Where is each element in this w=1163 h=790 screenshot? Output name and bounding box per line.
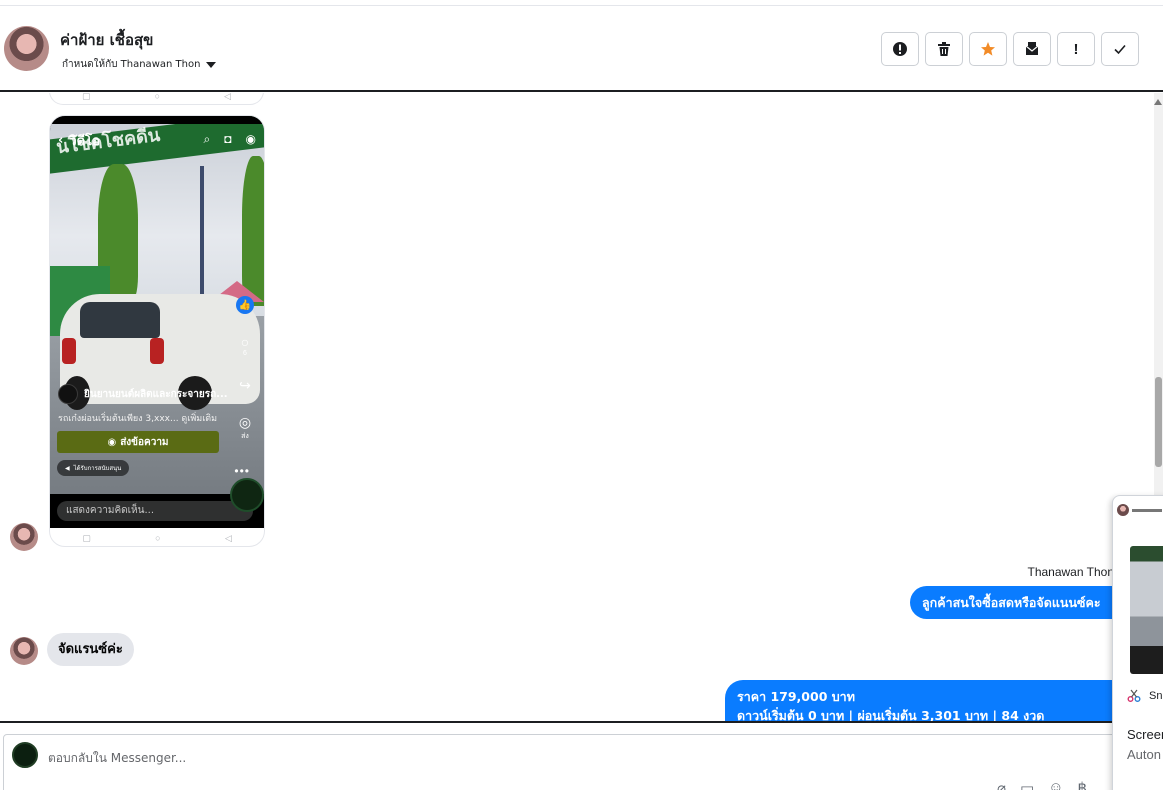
- camera-icon: ◘: [224, 132, 232, 146]
- floating-page-logo: [230, 478, 264, 512]
- car-window: [80, 302, 160, 338]
- snip-title: Screen: [1127, 727, 1163, 742]
- phone-navbar: ▢ ○ ◁: [82, 533, 232, 543]
- reaction-icons: 👍 ○ 6 ↪ ◎ ส่ง: [236, 296, 254, 442]
- contact-name[interactable]: ค่าฝ้าย เชื้อสุข: [60, 28, 153, 52]
- incoming-message[interactable]: จัดแรนซ์ค่ะ: [47, 633, 134, 666]
- messenger-icon: ◉: [107, 436, 117, 448]
- page-logo: [58, 384, 78, 404]
- done-button[interactable]: [1101, 32, 1139, 66]
- star-icon: [981, 42, 995, 56]
- snip-app-row: Sn: [1127, 689, 1162, 703]
- phone-top-title: วิดีโอ: [69, 134, 100, 149]
- previous-screenshot-image[interactable]: ▢ ○ ◁: [49, 93, 264, 105]
- conversation-header: ค่าฝ้าย เชื้อสุข กำหนดให้กับ Thanawan Th…: [0, 6, 1163, 92]
- screenshot-image[interactable]: นโชคโชคดีน ‹ วิดีโอ ⌕ ◘ ◉ 👍 ○ 6 ↪ ◎ ส่ง …: [49, 115, 265, 547]
- snip-preview-avatar: [1117, 504, 1129, 516]
- phone-navbar: ▢ ○ ◁: [82, 93, 231, 101]
- back-arrow-icon: ‹: [58, 133, 64, 148]
- comment-input: แสดงความคิดเห็น...: [57, 501, 253, 521]
- snip-preview-header: [1117, 501, 1163, 519]
- trash-icon: [938, 42, 950, 56]
- mark-unread-icon: [1025, 42, 1039, 55]
- send-message-cta: ◉ ส่งข้อความ: [57, 431, 219, 453]
- contact-avatar[interactable]: [4, 26, 49, 71]
- contact-avatar-small: [10, 637, 38, 665]
- contact-avatar-small: [10, 523, 38, 551]
- phone-top-bar: ‹ วิดีโอ: [58, 130, 100, 151]
- composer-tools: ⌀ ▭ ☺ ฿: [997, 779, 1087, 790]
- inbox-conversation-page: ค่าฝ้าย เชื้อสุข กำหนดให้กับ Thanawan Th…: [0, 0, 1163, 790]
- phone-top-icons: ⌕ ◘ ◉: [204, 132, 256, 147]
- share-icon: ↪: [239, 377, 251, 393]
- car-light: [150, 338, 164, 364]
- snip-notification-popup[interactable]: Sn Screen Auton: [1112, 495, 1163, 790]
- exclamation-icon: !: [1073, 40, 1079, 58]
- comment-icon: ○ 6: [240, 334, 250, 357]
- reply-input[interactable]: ตอบกลับใน Messenger...: [48, 749, 186, 768]
- snip-subtitle: Auton: [1127, 747, 1161, 762]
- spam-button[interactable]: !: [1057, 32, 1095, 66]
- assignee-label: กำหนดให้กับ Thanawan Thon: [62, 59, 201, 70]
- profile-icon: ◉: [245, 132, 256, 146]
- search-icon: ⌕: [203, 132, 211, 146]
- emoji-icon[interactable]: ☺: [1048, 779, 1063, 790]
- assignee-dropdown[interactable]: กำหนดให้กับ Thanawan Thon: [62, 57, 217, 72]
- outgoing-message[interactable]: ราคา 179,000 บาท ดาวน์เริ่มต้น 0 บาท | ผ…: [725, 680, 1163, 721]
- report-button[interactable]: [881, 32, 919, 66]
- like-icon: 👍: [236, 296, 254, 314]
- scene-tree: [242, 156, 264, 306]
- snip-preview-text: [1132, 508, 1162, 512]
- sponsored-pill: ◀ ได้รับการสนับสนุน: [57, 460, 130, 476]
- scene-pole: [200, 166, 204, 296]
- header-actions: !: [881, 32, 1139, 66]
- phone-status-bar: [50, 116, 264, 124]
- message-line: ดาวน์เริ่มต้น 0 บาท | ผ่อนเริ่มต้น 3,301…: [737, 708, 1045, 721]
- comment-count: 6: [243, 350, 247, 357]
- megaphone-icon: ◀: [65, 464, 70, 472]
- check-icon: [1114, 44, 1126, 55]
- car-light: [62, 338, 76, 364]
- scissors-icon: [1127, 689, 1141, 702]
- caret-down-icon: [206, 61, 217, 68]
- message-line: ราคา 179,000 บาท: [737, 689, 855, 704]
- more-tools-icon[interactable]: ฿: [1078, 779, 1088, 790]
- messenger-icon: ◎ ส่ง: [238, 414, 252, 440]
- page-row: ยินยานยนต์ผลิตและกระจายรถ...: [58, 384, 228, 404]
- star-button[interactable]: [969, 32, 1007, 66]
- snip-thumbnail[interactable]: [1130, 546, 1163, 674]
- alert-circle-icon: [893, 42, 907, 56]
- post-caption: รถเก๋งผ่อนเริ่มต้นเพียง 3,xxx... ดูเพิ่ม…: [58, 414, 218, 424]
- send-message-label: ส่งข้อความ: [120, 436, 169, 448]
- page-name: ยินยานยนต์ผลิตและกระจายรถ...: [84, 388, 228, 400]
- saved-replies-icon[interactable]: ▭: [1020, 779, 1034, 790]
- snip-app-label: Sn: [1149, 690, 1163, 702]
- mark-unread-button[interactable]: [1013, 32, 1051, 66]
- scroll-up-arrow-icon[interactable]: [1154, 99, 1162, 105]
- message-thread[interactable]: ▢ ○ ◁ นโชคโชคดีน ‹ วิดีโอ ⌕ ◘ ◉ 👍 ○ 6 ↪ …: [0, 93, 1163, 721]
- share-label: ส่ง: [241, 433, 249, 440]
- phone-screen: นโชคโชคดีน ‹ วิดีโอ ⌕ ◘ ◉ 👍 ○ 6 ↪ ◎ ส่ง …: [50, 116, 264, 528]
- page-avatar: [12, 742, 38, 768]
- delete-button[interactable]: [925, 32, 963, 66]
- attachment-icon[interactable]: ⌀: [997, 779, 1006, 790]
- sponsored-label: ได้รับการสนับสนุน: [73, 465, 122, 472]
- sender-name: Thanawan Thon: [1027, 565, 1114, 579]
- scrollbar-thumb[interactable]: [1155, 377, 1162, 467]
- more-icon: •••: [234, 464, 250, 478]
- reply-composer: ตอบกลับใน Messenger... ⌀ ▭ ☺ ฿: [0, 721, 1163, 790]
